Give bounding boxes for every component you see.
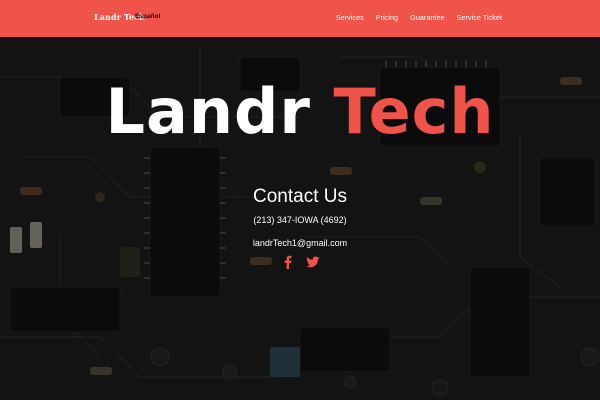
nav-link-pricing[interactable]: Pricing — [376, 13, 398, 22]
top-navbar: Landr Tech Español Services Pricing Guar… — [0, 0, 600, 37]
hero-title-landr: Landr — [105, 75, 311, 148]
landing-page: Landr Tech Español Services Pricing Guar… — [0, 0, 600, 400]
contact-email[interactable]: landrTech1@gmail.com — [0, 238, 600, 248]
nav-link-guarantee[interactable]: Guarantee — [410, 13, 444, 22]
contact-heading: Contact Us — [253, 186, 347, 207]
hero-title: Landr Tech — [0, 81, 600, 143]
facebook-icon[interactable] — [281, 254, 295, 269]
twitter-icon[interactable] — [305, 254, 320, 268]
hero-section: Landr Tech Contact Us (213) 347-IOWA (46… — [0, 37, 600, 400]
language-link-espanol[interactable]: Español — [135, 13, 160, 20]
hero-title-tech: Tech — [333, 75, 495, 148]
nav-link-services[interactable]: Services — [336, 13, 364, 22]
nav-link-service-ticket[interactable]: Service Ticket — [457, 13, 502, 22]
contact-phone: (213) 347-IOWA (4692) — [253, 215, 347, 225]
social-links — [0, 254, 600, 269]
nav-links: Services Pricing Guarantee Service Ticke… — [336, 13, 502, 22]
